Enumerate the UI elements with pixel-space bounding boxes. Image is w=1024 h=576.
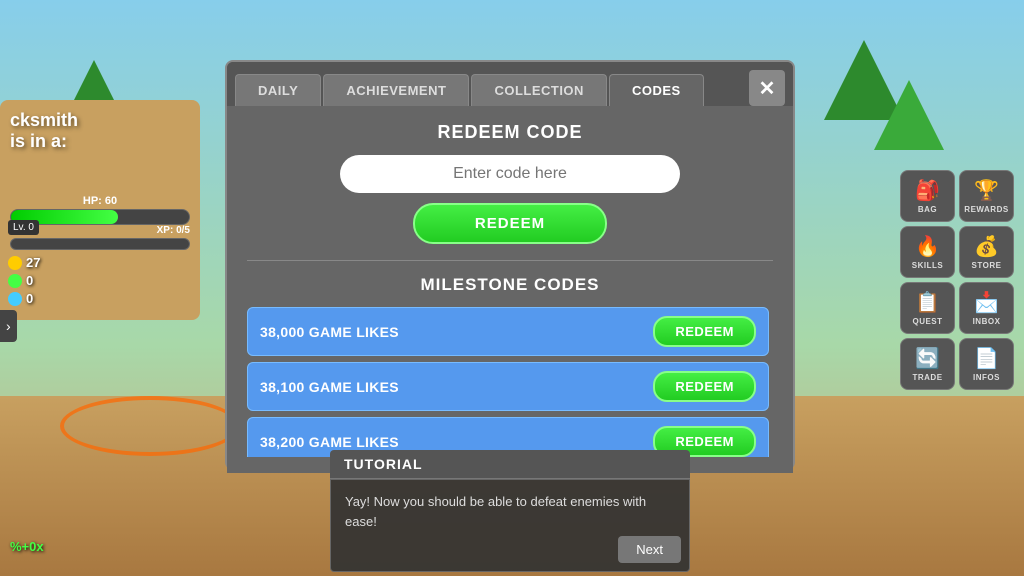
tutorial-header: TUTORIAL: [330, 450, 690, 479]
tab-codes[interactable]: CODES: [609, 74, 704, 106]
modal-body: REDEEM CODE REDEEM MILESTONE CODES 38,00…: [227, 106, 793, 473]
hud-btn-infos[interactable]: 📄 INFOS: [959, 338, 1014, 390]
rewards-icon: 🏆: [974, 178, 999, 203]
store-label: STORE: [972, 261, 1002, 270]
infos-label: INFOS: [973, 373, 1000, 382]
tutorial-body: Yay! Now you should be able to defeat en…: [330, 479, 690, 572]
crystal-stat: 0: [8, 291, 40, 306]
percent-text: %+0x: [10, 539, 44, 554]
tutorial-next-button[interactable]: Next: [618, 536, 681, 563]
trade-label: TRADE: [912, 373, 942, 382]
crystal-value: 0: [26, 291, 33, 306]
diamond-stat: 0: [8, 273, 40, 288]
milestone-item-1: 38,100 GAME LIKES REDEEM: [247, 362, 769, 411]
skills-icon: 🔥: [915, 234, 940, 259]
infos-icon: 📄: [974, 346, 999, 371]
hud-btn-rewards[interactable]: 🏆 REWARDS: [959, 170, 1014, 222]
diamond-icon: [8, 274, 22, 288]
milestone-redeem-btn-0[interactable]: REDEEM: [653, 316, 756, 347]
milestone-title: MILESTONE CODES: [247, 275, 773, 295]
bag-label: BAG: [918, 205, 937, 214]
tab-collection[interactable]: COLLECTION: [471, 74, 607, 106]
milestone-redeem-btn-1[interactable]: REDEEM: [653, 371, 756, 402]
hud-right: 🎒 BAG 🏆 REWARDS 🔥 SKILLS 💰 STORE 📋 QUEST…: [900, 170, 1014, 390]
modal-close-button[interactable]: ✕: [749, 70, 785, 106]
divider: [247, 260, 773, 261]
hud-grid: 🎒 BAG 🏆 REWARDS 🔥 SKILLS 💰 STORE 📋 QUEST…: [900, 170, 1014, 390]
tutorial-text: Yay! Now you should be able to defeat en…: [345, 492, 675, 531]
milestone-label-0: 38,000 GAME LIKES: [260, 324, 399, 340]
milestone-label-1: 38,100 GAME LIKES: [260, 379, 399, 395]
hud-btn-store[interactable]: 💰 STORE: [959, 226, 1014, 278]
diamond-value: 0: [26, 273, 33, 288]
bag-icon: 🎒: [915, 178, 940, 203]
hud-btn-quest[interactable]: 📋 QUEST: [900, 282, 955, 334]
tutorial-box: TUTORIAL Yay! Now you should be able to …: [330, 450, 690, 572]
tab-bar: DAILY ACHIEVEMENT COLLECTION CODES ✕: [227, 62, 793, 106]
skills-label: SKILLS: [912, 261, 943, 270]
ring-effect: [60, 396, 240, 456]
trade-icon: 🔄: [915, 346, 940, 371]
player-stats: 27 0 0: [8, 255, 40, 309]
store-icon: 💰: [974, 234, 999, 259]
codes-modal: DAILY ACHIEVEMENT COLLECTION CODES ✕ RED…: [225, 60, 795, 470]
milestone-item-0: 38,000 GAME LIKES REDEEM: [247, 307, 769, 356]
redeem-title: REDEEM CODE: [247, 122, 773, 143]
hud-btn-inbox[interactable]: 📩 INBOX: [959, 282, 1014, 334]
quest-icon: 📋: [915, 290, 940, 315]
sign-line2: is in a:: [10, 131, 190, 152]
coin-icon: [8, 256, 22, 270]
milestone-label-2: 38,200 GAME LIKES: [260, 434, 399, 450]
quest-label: QUEST: [912, 317, 942, 326]
coins-value: 27: [26, 255, 40, 270]
inbox-label: INBOX: [973, 317, 1001, 326]
side-arrow-button[interactable]: ›: [0, 310, 17, 342]
crystal-icon: [8, 292, 22, 306]
xp-bar: [10, 238, 190, 250]
level-badge: Lv. 0: [8, 220, 39, 235]
percent-indicator: %+0x: [10, 538, 44, 556]
inbox-icon: 📩: [974, 290, 999, 315]
sign-line1: cksmith: [10, 110, 190, 131]
code-input[interactable]: [340, 155, 680, 193]
code-input-wrapper: [247, 155, 773, 193]
milestone-list: 38,000 GAME LIKES REDEEM 38,100 GAME LIK…: [247, 307, 773, 457]
hud-btn-skills[interactable]: 🔥 SKILLS: [900, 226, 955, 278]
rewards-label: REWARDS: [964, 205, 1008, 214]
tab-achievement[interactable]: ACHIEVEMENT: [323, 74, 469, 106]
hp-label: HP: 60: [10, 195, 190, 207]
hud-btn-bag[interactable]: 🎒 BAG: [900, 170, 955, 222]
tab-daily[interactable]: DAILY: [235, 74, 321, 106]
coins-stat: 27: [8, 255, 40, 270]
redeem-button[interactable]: REDEEM: [413, 203, 607, 244]
hud-btn-trade[interactable]: 🔄 TRADE: [900, 338, 955, 390]
